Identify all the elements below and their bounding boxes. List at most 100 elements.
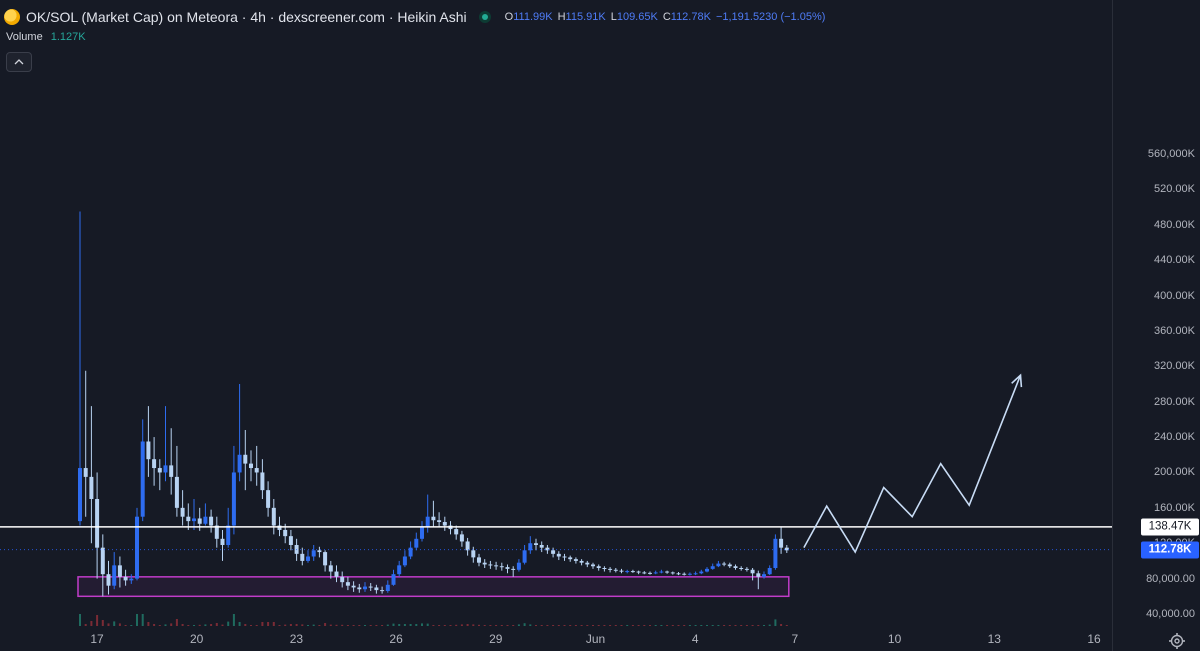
close-label: C bbox=[662, 11, 671, 23]
candle-body bbox=[129, 578, 134, 581]
candle-body bbox=[192, 518, 196, 522]
candle-body bbox=[779, 538, 784, 548]
volume-bar bbox=[289, 624, 292, 626]
candle-body bbox=[442, 522, 447, 526]
candle-body bbox=[630, 571, 635, 573]
candle-body bbox=[306, 556, 310, 561]
volume-bar bbox=[96, 615, 99, 626]
volume-bar bbox=[187, 625, 190, 626]
time-tick-label: 16 bbox=[1087, 632, 1101, 646]
candle-body bbox=[505, 567, 510, 569]
market-open-dot-icon bbox=[478, 11, 491, 23]
volume-bar bbox=[307, 625, 309, 626]
candle-body bbox=[687, 573, 692, 575]
volume-bar bbox=[164, 624, 167, 626]
candle-body bbox=[186, 516, 191, 522]
candle-body bbox=[357, 587, 362, 590]
change-value: −1,191.5230 (−1.05%) bbox=[715, 11, 826, 23]
volume-bar bbox=[204, 624, 207, 626]
candle-body bbox=[551, 550, 556, 554]
projection-path bbox=[803, 374, 1022, 554]
volume-bar bbox=[221, 624, 224, 626]
candle-body bbox=[676, 573, 681, 575]
price-tick-label: 280.00K bbox=[1154, 395, 1195, 408]
volume-bar bbox=[107, 623, 110, 626]
volume-bar bbox=[443, 625, 446, 626]
candle-body bbox=[408, 547, 413, 557]
volume-bar bbox=[324, 623, 327, 626]
volume-bar bbox=[426, 623, 429, 626]
candle-body bbox=[260, 472, 265, 491]
time-axis[interactable]: 17 20 23 26 29 Jun 4 7 10 13 16 bbox=[0, 627, 1112, 651]
candle-body bbox=[642, 572, 647, 574]
candle-body bbox=[209, 516, 214, 526]
volume-bar bbox=[574, 625, 577, 626]
price-axis[interactable]: 560,000K 520.00K 480.00K 440.00K 400.00K 360.… bbox=[1112, 0, 1200, 651]
volume-bar bbox=[677, 625, 680, 626]
open-value: 111.99K bbox=[513, 11, 553, 23]
candle-body bbox=[135, 516, 139, 579]
candle-body bbox=[562, 556, 567, 558]
volume-bar bbox=[369, 625, 372, 626]
volume-bar bbox=[552, 625, 555, 626]
price-tick-label: 320.00K bbox=[1154, 360, 1195, 373]
candle-body bbox=[163, 465, 168, 473]
candle-body bbox=[300, 553, 305, 561]
candle-body bbox=[511, 568, 516, 570]
gear-icon[interactable] bbox=[1168, 632, 1186, 650]
candle-body bbox=[123, 576, 128, 581]
volume-bar bbox=[267, 622, 270, 626]
candle-body bbox=[95, 499, 100, 548]
candle-body bbox=[146, 441, 151, 460]
candle-body bbox=[494, 565, 499, 567]
volume-bar bbox=[284, 624, 287, 626]
candle-body bbox=[226, 525, 231, 546]
volume-bar bbox=[529, 624, 532, 626]
candle-body bbox=[317, 550, 322, 553]
volume-bar bbox=[318, 625, 321, 626]
candle-body bbox=[744, 568, 749, 570]
candle-body bbox=[425, 516, 430, 528]
volume-bar bbox=[358, 625, 361, 626]
volume-bar bbox=[609, 625, 612, 626]
volume-bar bbox=[101, 620, 104, 626]
price-chart[interactable] bbox=[0, 0, 1112, 627]
chart-pane[interactable]: OK/SOL (Market Cap) on Meteora · 4h · de… bbox=[0, 0, 1200, 651]
volume-bar bbox=[438, 625, 441, 626]
candle-body bbox=[722, 563, 727, 565]
candle-body bbox=[568, 557, 573, 560]
price-tick-label: 200.00K bbox=[1154, 466, 1195, 479]
volume-legend: Volume 1.127K bbox=[6, 31, 86, 43]
collapse-legend-button[interactable] bbox=[6, 52, 32, 72]
price-tick-label: 560,000K bbox=[1147, 148, 1195, 160]
volume-bar bbox=[238, 622, 241, 626]
volume-bar bbox=[660, 625, 663, 626]
candle-body bbox=[363, 586, 367, 590]
volume-bar bbox=[643, 625, 646, 626]
volume-bar bbox=[118, 623, 121, 626]
volume-bar bbox=[569, 625, 572, 626]
ohlc-values: O111.99K H115.91K L109.65K C112.78K −1,1… bbox=[505, 11, 826, 23]
candle-body bbox=[653, 572, 658, 574]
volume-bar bbox=[250, 625, 252, 626]
candle-body bbox=[249, 463, 253, 469]
volume-bar bbox=[563, 625, 566, 626]
candle-body bbox=[482, 562, 487, 565]
chart-legend: OK/SOL (Market Cap) on Meteora · 4h · de… bbox=[4, 7, 825, 27]
candle-body bbox=[670, 572, 675, 574]
volume-bar bbox=[500, 625, 503, 626]
volume-bar bbox=[780, 624, 783, 626]
volume-bar bbox=[489, 625, 492, 626]
candle-body bbox=[157, 468, 162, 473]
candle-body bbox=[693, 573, 698, 575]
volume-bar bbox=[700, 625, 703, 626]
candle-body bbox=[585, 562, 590, 565]
candle-body bbox=[471, 550, 476, 558]
candle-body bbox=[266, 490, 271, 508]
price-tick-label: 360.00K bbox=[1154, 324, 1195, 337]
candle-body bbox=[659, 571, 664, 573]
candle-body bbox=[767, 568, 772, 575]
volume-bar bbox=[227, 621, 230, 626]
candle-body bbox=[705, 568, 709, 572]
candle-body bbox=[220, 538, 225, 546]
